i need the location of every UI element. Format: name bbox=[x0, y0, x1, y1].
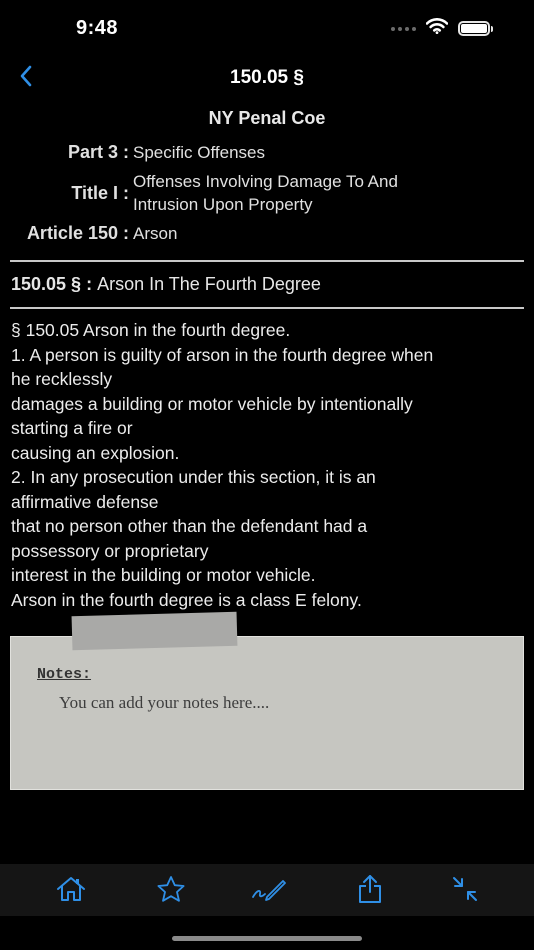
body-line: affirmative defense bbox=[11, 491, 159, 512]
code-title: NY Penal Coe bbox=[208, 108, 326, 128]
share-icon bbox=[356, 874, 384, 909]
home-indicator[interactable] bbox=[172, 936, 362, 941]
page-title: 150.05 § bbox=[230, 67, 304, 88]
home-icon bbox=[56, 876, 86, 907]
navigation-bar: 150.05 § bbox=[0, 60, 534, 100]
body-line: starting a fire or bbox=[11, 418, 133, 438]
star-icon bbox=[156, 875, 186, 908]
status-icons bbox=[391, 18, 493, 39]
status-bar: 9:48 bbox=[0, 0, 534, 60]
part-value: Specific Offenses bbox=[133, 143, 265, 162]
body-line: damages a building or motor vehicle by i… bbox=[11, 393, 413, 414]
meta-row-article: Article 150 : Arson bbox=[0, 222, 534, 245]
favorite-button[interactable] bbox=[156, 875, 186, 908]
pen-icon bbox=[251, 876, 287, 907]
notes-input[interactable] bbox=[59, 693, 499, 773]
body-line: possessory or proprietary bbox=[11, 540, 209, 561]
article-value: Arson bbox=[133, 224, 178, 243]
law-metadata: NY Penal Coe Part 3 : Specific Offenses … bbox=[0, 108, 534, 251]
body-line: Arson in the fourth degree is a class E … bbox=[11, 589, 362, 610]
body-line: § 150.05 Arson in the fourth degree. bbox=[11, 320, 291, 340]
meta-row-title: Title I : Offenses Involving Damage To A… bbox=[0, 170, 534, 216]
wifi-icon bbox=[425, 18, 449, 39]
edit-button[interactable] bbox=[251, 876, 287, 907]
cellular-signal-icon bbox=[391, 26, 416, 31]
part-label: Part 3 : bbox=[67, 142, 129, 162]
battery-icon bbox=[458, 21, 493, 36]
body-line: he recklessly bbox=[11, 369, 113, 389]
body-line: 1. A person is guilty of arson in the fo… bbox=[11, 344, 434, 365]
body-line: causing an explosion. bbox=[11, 442, 180, 463]
notes-card: Notes: bbox=[10, 636, 524, 790]
share-button[interactable] bbox=[355, 874, 385, 909]
meta-row-part: Part 3 : Specific Offenses bbox=[0, 141, 534, 164]
section-heading: 150.05 § : Arson In The Fourth Degree bbox=[11, 274, 321, 295]
collapse-button[interactable] bbox=[450, 876, 480, 906]
body-line: that no person other than the defendant … bbox=[11, 516, 368, 536]
section-name: Arson In The Fourth Degree bbox=[97, 274, 321, 294]
section-body-text: § 150.05 Arson in the fourth degree. 1. … bbox=[11, 318, 527, 612]
notes-label: Notes: bbox=[37, 666, 92, 683]
bottom-toolbar bbox=[0, 864, 534, 916]
divider-top bbox=[10, 260, 524, 262]
divider-bottom bbox=[10, 307, 524, 309]
status-time: 9:48 bbox=[76, 17, 119, 39]
title-label: Title I : bbox=[71, 182, 129, 203]
title-value: Offenses Involving Damage To And Intrusi… bbox=[133, 172, 398, 214]
notes-tape-decoration bbox=[71, 611, 238, 651]
body-line: interest in the building or motor vehicl… bbox=[11, 565, 316, 585]
section-separator: : bbox=[81, 274, 98, 294]
section-number: 150.05 § bbox=[11, 274, 82, 294]
home-button[interactable] bbox=[56, 876, 86, 906]
article-label: Article 150 : bbox=[26, 223, 129, 243]
collapse-arrows-icon bbox=[451, 875, 479, 908]
body-line: 2. In any prosecution under this section… bbox=[11, 467, 376, 487]
